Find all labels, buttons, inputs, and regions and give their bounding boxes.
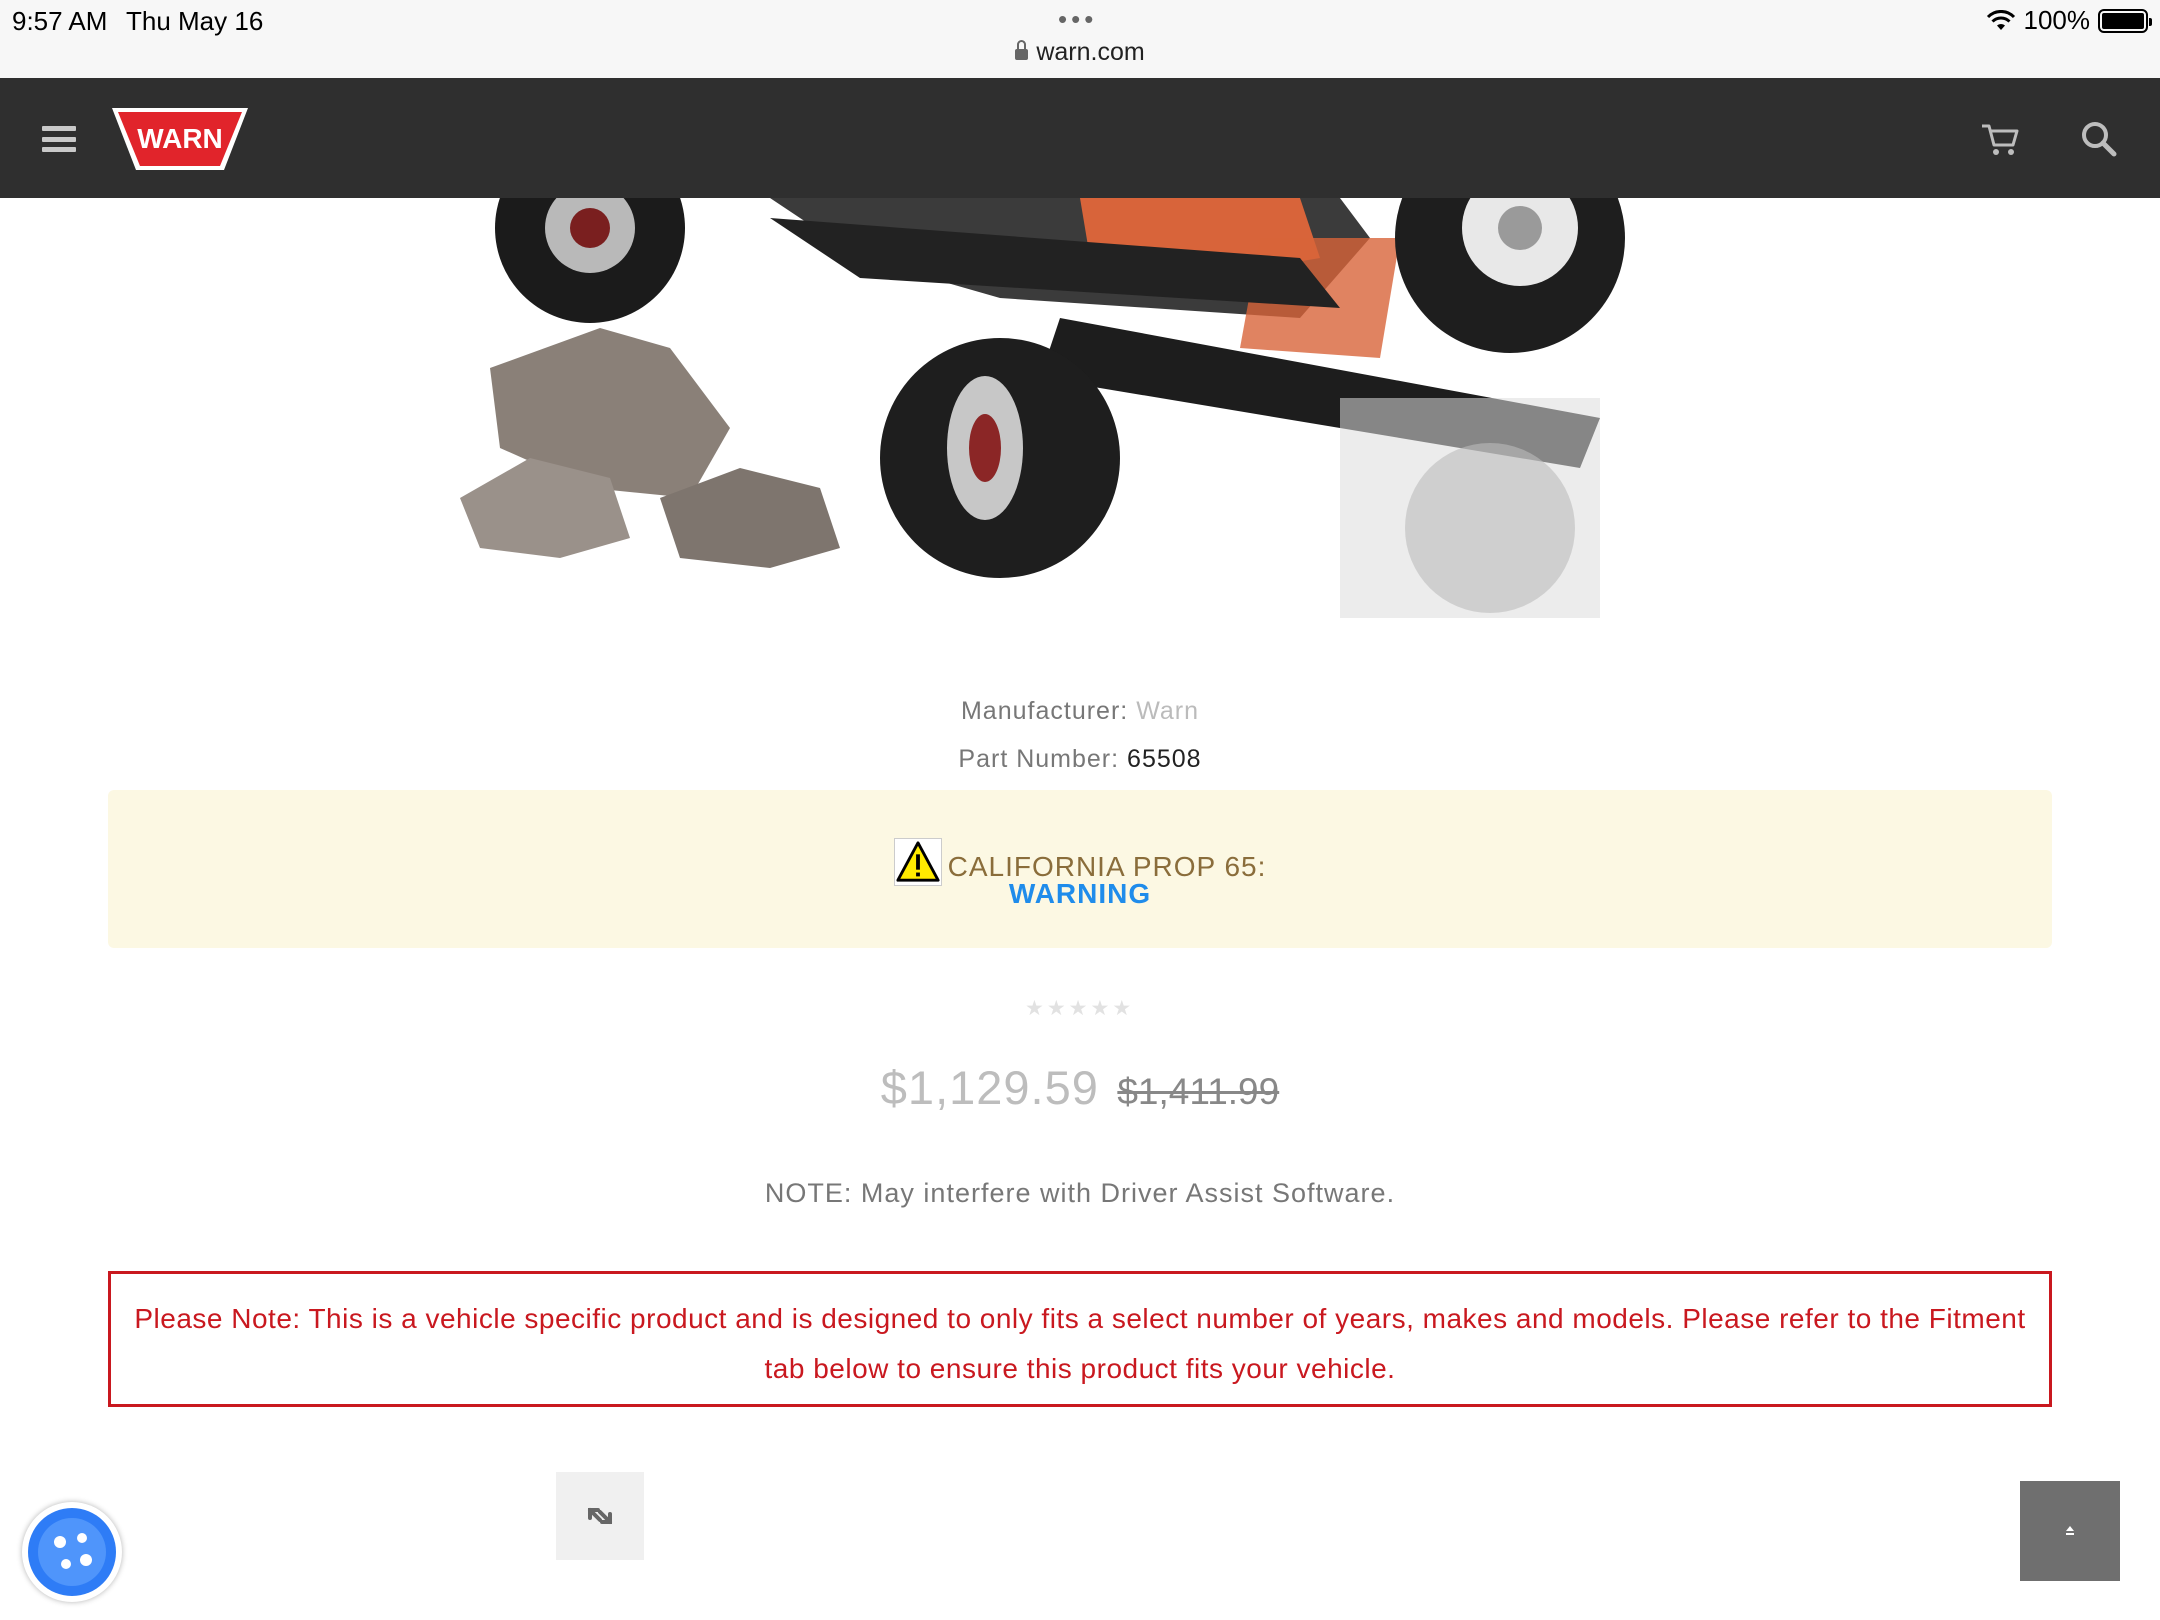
cart-icon[interactable] (1980, 121, 2020, 157)
search-icon[interactable] (2080, 120, 2118, 158)
lock-icon (1015, 40, 1029, 60)
manufacturer-row: Manufacturer: Warn (0, 697, 2160, 726)
cookie-settings-button[interactable] (22, 1502, 122, 1602)
expand-image-button[interactable] (556, 1472, 644, 1560)
product-image (460, 198, 1625, 618)
star-icon: ★ (1046, 997, 1066, 1020)
prop65-banner: CALIFORNIA PROP 65: WARNING (108, 790, 2052, 948)
part-number-label: Part Number: (958, 745, 1120, 773)
cookie-icon (28, 1508, 116, 1596)
part-number-row: Part Number: 65508 (0, 745, 2160, 774)
part-number-value: 65508 (1127, 745, 1202, 773)
site-header: WARN (0, 78, 2160, 198)
sale-price: $1,129.59 (880, 1061, 1099, 1114)
expand-icon (588, 1508, 612, 1524)
original-price: $1,411.99 (1117, 1071, 1280, 1112)
address-bar[interactable]: warn.com (0, 38, 2160, 67)
battery-percent: 100% (2023, 5, 2091, 35)
star-icon: ★ (1025, 997, 1044, 1020)
rating-stars[interactable]: ★ ★ ★ ★ ★ (1025, 996, 1131, 1021)
status-indicators: 100% (1986, 5, 2152, 36)
star-icon: ★ (1068, 997, 1088, 1020)
status-bar: 9:57 AM Thu May 16 ••• 100% warn.com (0, 0, 2160, 78)
more-dots-icon[interactable]: ••• (1058, 4, 1097, 35)
arrow-up-icon (2066, 1526, 2074, 1535)
url-text: warn.com (1036, 38, 1145, 66)
manufacturer-value[interactable]: Warn (1136, 697, 1199, 725)
back-to-top-button[interactable] (2020, 1481, 2120, 1581)
menu-icon[interactable] (42, 126, 76, 152)
warn-logo[interactable]: WARN (112, 104, 248, 172)
fitment-notice: Please Note: This is a vehicle specific … (108, 1271, 2052, 1407)
svg-text:WARN: WARN (137, 123, 223, 154)
status-date: Thu May 16 (126, 6, 264, 36)
status-time: 9:57 AM (12, 6, 108, 36)
wifi-icon (1986, 9, 2015, 30)
star-icon: ★ (1112, 997, 1132, 1020)
driver-assist-note: NOTE: May interfere with Driver Assist S… (764, 1178, 1396, 1208)
prop65-warning-link[interactable]: WARNING (108, 878, 2052, 910)
manufacturer-label: Manufacturer: (960, 697, 1129, 725)
star-icon: ★ (1090, 997, 1110, 1020)
battery-icon (2098, 8, 2152, 33)
price-row: $1,129.59 $1,411.99 (0, 1060, 2160, 1115)
